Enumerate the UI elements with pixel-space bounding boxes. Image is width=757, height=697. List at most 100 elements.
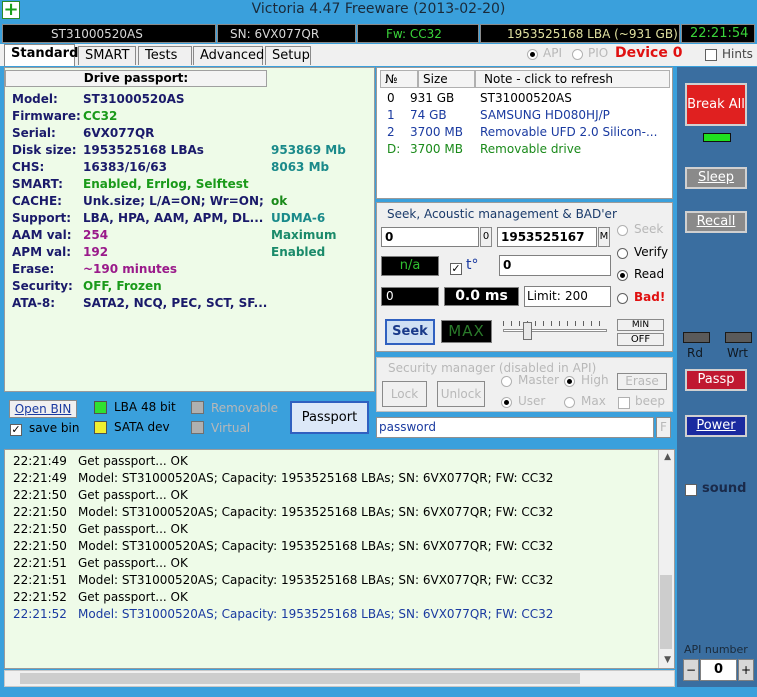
log-entry-message: Get passport... OK [78, 522, 188, 536]
log-entry-message: Get passport... OK [78, 454, 188, 468]
drive-list-cell-n[interactable]: D: [387, 142, 400, 156]
temperature-label: t° [466, 257, 479, 273]
virtual-indicator [191, 421, 204, 434]
passport-field-label: AAM val: [12, 228, 72, 242]
aam-slider-thumb[interactable] [523, 322, 532, 340]
off-button[interactable]: OFF [617, 333, 664, 346]
log-entry-time: 22:21:50 [13, 522, 67, 536]
seek-from-input[interactable]: 0 [381, 227, 479, 247]
drive-list-cell-note[interactable]: SAMSUNG HD080HJ/P [480, 108, 610, 122]
block-counter: 0 [381, 287, 439, 306]
sound-checkbox[interactable] [685, 482, 697, 496]
passport-field-value: ~190 minutes [83, 262, 178, 276]
drive-list-cell-n[interactable]: 2 [387, 125, 395, 139]
bad-radio[interactable] [617, 291, 628, 305]
user-radio[interactable] [501, 395, 512, 409]
tab-advanced[interactable]: Advanced [193, 46, 264, 65]
tab-tests[interactable]: Tests [138, 46, 192, 65]
passport-field-value: CC32 [83, 109, 118, 123]
master-label: Master [518, 373, 559, 387]
master-radio[interactable] [501, 374, 512, 388]
hints-checkbox[interactable] [705, 47, 717, 61]
log-entry-message: Get passport... OK [78, 590, 188, 604]
event-log: 22:21:49 Get passport... OK 22:21:49 Model:… [4, 449, 675, 669]
log-entry-message: Model: ST31000520AS; Capacity: 195352516… [78, 471, 554, 485]
power-button[interactable]: Power [685, 415, 747, 437]
passport-field-label: SMART: [12, 177, 63, 191]
seek-radio[interactable] [617, 223, 628, 237]
max-radio[interactable] [564, 395, 575, 409]
high-radio[interactable] [564, 374, 575, 388]
log-scrollbar-thumb[interactable] [660, 575, 672, 649]
drive-list-cell-size[interactable]: 931 GB [410, 91, 454, 105]
seek-to-input[interactable]: 1953525167 [497, 227, 597, 247]
max-label: Max [581, 394, 606, 408]
unlock-button[interactable]: Unlock [437, 381, 485, 407]
read-option-label: Read [634, 267, 665, 281]
save-bin-checkbox[interactable]: ✓ [10, 422, 22, 436]
passport-field-extra: 8063 Mb [271, 160, 330, 174]
drive-list-cell-n[interactable]: 0 [387, 91, 395, 105]
aam-slider-ticks [503, 321, 607, 326]
drive-passport-header: Drive passport: [5, 70, 267, 87]
seek-button[interactable]: Seek [385, 319, 435, 345]
plus-icon: + [2, 0, 20, 20]
api-number-field[interactable]: 0 [700, 659, 737, 681]
tab-smart[interactable]: SMART [78, 46, 136, 65]
seek-option-label: Seek [634, 222, 664, 236]
api-number-decrement[interactable]: − [683, 659, 699, 681]
min-button[interactable]: MIN [617, 319, 664, 331]
passport-button[interactable]: Passport [290, 401, 369, 434]
api-number-increment[interactable]: + [738, 659, 754, 681]
user-label: User [518, 394, 546, 408]
log-entry: 22:21:50 Model: ST31000520AS; Capacity: 1… [13, 505, 553, 519]
sleep-button[interactable]: Sleep [685, 167, 747, 189]
drive-list-header-size[interactable]: Size [418, 70, 475, 88]
passport-field-label: Serial: [12, 126, 56, 140]
drive-list-cell-size[interactable]: 74 GB [410, 108, 447, 122]
seek-from-button[interactable]: 0 [480, 227, 492, 247]
read-radio[interactable] [617, 268, 628, 282]
break-all-button[interactable]: Break All [685, 83, 747, 126]
sound-label: sound [702, 481, 747, 496]
password-f-button[interactable]: F [656, 417, 671, 438]
tab-standard[interactable]: Standard [4, 44, 78, 66]
access-time-display: 0.0 ms [444, 287, 519, 306]
drive-list-cell-note[interactable]: ST31000520AS [480, 91, 572, 105]
drive-list-cell-size[interactable]: 3700 MB [410, 142, 463, 156]
passport-field-value: OFF, Frozen [83, 279, 162, 293]
passport-field-value: Enabled, Errlog, Selftest [83, 177, 249, 191]
verify-radio[interactable] [617, 246, 628, 260]
passport-field-label: CHS: [12, 160, 45, 174]
seek-value-field[interactable]: 0 [499, 255, 611, 276]
api-radio[interactable] [527, 47, 538, 61]
open-bin-button[interactable]: Open BIN [9, 400, 77, 418]
passport-field-label: Erase: [12, 262, 55, 276]
drive-list-header-note[interactable]: Note - click to refresh [475, 70, 670, 88]
passport-field-extra: ok [271, 194, 288, 208]
window-title: Victoria 4.47 Freeware (2013-02-20) [251, 1, 506, 17]
drive-list-cell-n[interactable]: 1 [387, 108, 395, 122]
passp-button[interactable]: Passp [685, 369, 747, 391]
seek-to-button[interactable]: M [598, 227, 610, 247]
drive-list-header-number[interactable]: № [380, 70, 418, 88]
log-entry-time: 22:21:51 [13, 573, 67, 587]
lock-button[interactable]: Lock [382, 381, 427, 407]
scroll-up-icon[interactable]: ▲ [664, 452, 671, 462]
log-horizontal-scrollbar-thumb[interactable] [20, 673, 580, 684]
removable-label: Removable [211, 401, 279, 415]
drive-list-cell-note[interactable]: Removable drive [480, 142, 581, 156]
aam-slider-track [503, 329, 607, 332]
log-entry: 22:21:51 Get passport... OK [13, 556, 188, 570]
pio-radio[interactable] [572, 47, 583, 61]
drive-list-cell-size[interactable]: 3700 MB [410, 125, 463, 139]
beep-checkbox[interactable] [618, 395, 630, 409]
drive-list-cell-note[interactable]: Removable UFD 2.0 Silicon-... [480, 125, 657, 139]
temperature-checkbox[interactable]: ✓ [450, 261, 462, 275]
recall-button[interactable]: Recall [685, 211, 747, 233]
erase-button[interactable]: Erase [617, 373, 667, 390]
password-input[interactable]: password [376, 417, 654, 438]
scroll-down-icon[interactable]: ▼ [664, 655, 671, 665]
passport-field-extra: Enabled [271, 245, 326, 259]
tab-setup[interactable]: Setup [265, 46, 311, 65]
